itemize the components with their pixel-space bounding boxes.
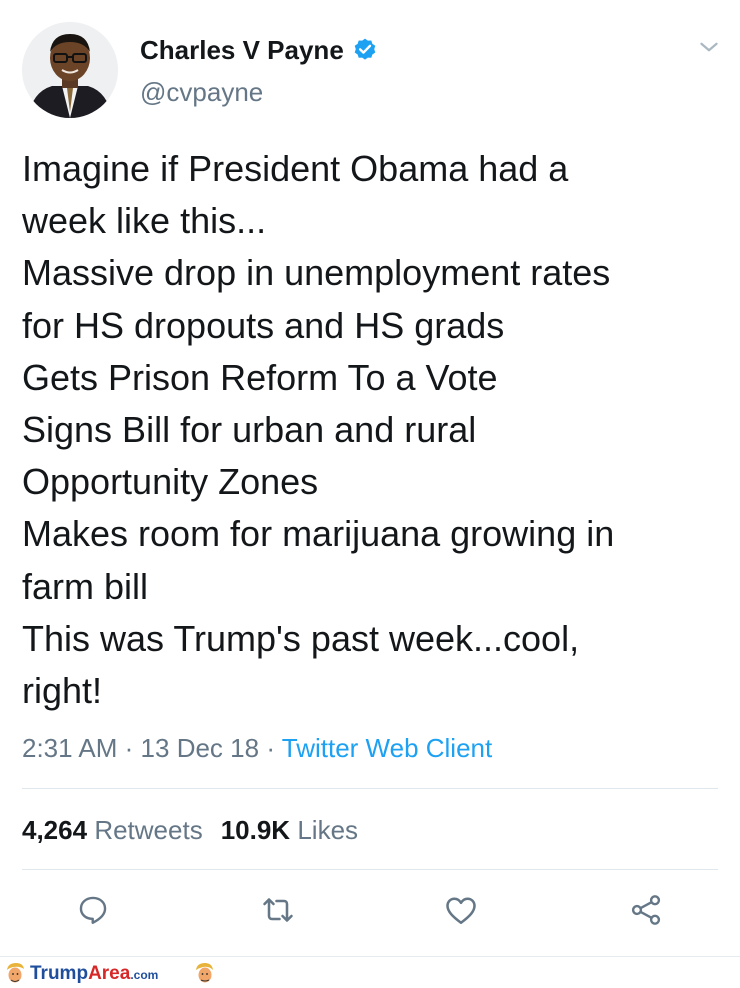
tweet-meta: 2:31 AM · 13 Dec 18 · Twitter Web Client [22, 731, 492, 765]
retweets-count: 4,264 [22, 815, 88, 845]
author-name-row[interactable]: Charles V Payne [140, 34, 378, 66]
heart-icon [443, 892, 479, 933]
brand-watermark: TrumpArea.com [30, 963, 158, 986]
tweet-actions [0, 892, 740, 936]
tweet-text-line: Signs Bill for urban and rural [22, 409, 477, 451]
divider [22, 869, 718, 870]
tweet-stats: 4,264 Retweets 10.9K Likes [22, 813, 358, 847]
tweet-text-line: Gets Prison Reform To a Vote [22, 356, 498, 398]
tweet-client-link[interactable]: Twitter Web Client [282, 733, 492, 763]
tweet-text-line: This was Trump's past week...cool, [22, 617, 580, 659]
meta-separator: · [266, 733, 275, 763]
tweet-text-line: for HS dropouts and HS grads [22, 304, 505, 346]
tweet-text-line: week like this... [22, 200, 267, 242]
tweet-text-line: right! [22, 670, 103, 712]
likes-stat[interactable]: 10.9K Likes [221, 815, 358, 845]
avatar[interactable] [22, 22, 118, 118]
tweet-text-line: Massive drop in unemployment rates [22, 252, 611, 294]
brand-part-trump: Trump [30, 963, 89, 984]
author-handle[interactable]: @cvpayne [140, 76, 263, 108]
retweets-stat[interactable]: 4,264 Retweets [22, 815, 203, 845]
retweets-label: Retweets [94, 815, 203, 845]
avatar-image [22, 22, 118, 118]
share-button[interactable] [626, 892, 666, 932]
likes-label: Likes [297, 815, 359, 845]
tweet-time[interactable]: 2:31 AM [22, 733, 117, 763]
like-button[interactable] [441, 892, 481, 932]
tweet-text-line: Imagine if President Obama had a [22, 148, 569, 189]
meta-separator: · [124, 733, 134, 763]
retweet-icon [260, 892, 296, 933]
trump-caricature-icon [4, 961, 26, 985]
chevron-down-icon[interactable] [696, 34, 722, 60]
watermark-footer: TrumpArea.com [0, 956, 740, 988]
tweet-text-line: Makes room for marijuana growing in [22, 513, 615, 555]
tweet-text-line: farm bill [22, 565, 149, 607]
tweet-header: Charles V Payne @cvpayne [22, 20, 722, 120]
brand-part-domain: .com [130, 968, 159, 982]
likes-count: 10.9K [220, 815, 291, 845]
reply-icon [76, 893, 110, 932]
share-icon [628, 892, 664, 933]
author-display-name[interactable]: Charles V Payne [140, 34, 344, 66]
trump-caricature-icon [194, 961, 216, 985]
tweet-text-line: Opportunity Zones [22, 461, 319, 503]
tweet-card: Charles V Payne @cvpayne Imagine if Pres… [0, 0, 740, 955]
tweet-date[interactable]: 13 Dec 18 [141, 733, 260, 763]
divider [22, 788, 718, 789]
brand-part-area: Area [88, 963, 131, 984]
verified-badge-icon [352, 37, 378, 63]
reply-button[interactable] [73, 892, 113, 932]
tweet-text: Imagine if President Obama had a week li… [22, 143, 722, 717]
retweet-button[interactable] [258, 892, 298, 932]
